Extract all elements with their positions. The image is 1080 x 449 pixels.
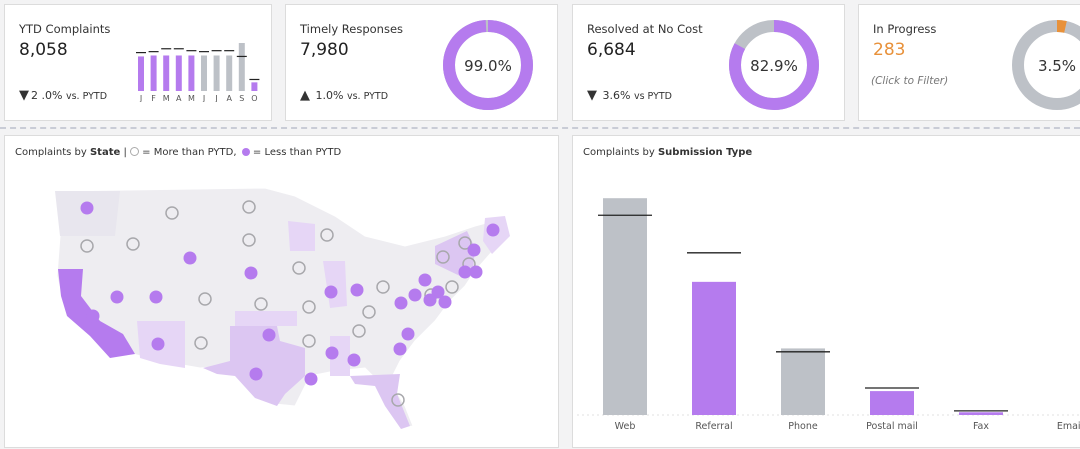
down-arrow-icon: ▼ <box>19 88 29 103</box>
sparkline-month-label: O <box>251 94 257 102</box>
state-oklahoma <box>235 311 297 326</box>
sparkline-bar <box>213 55 220 91</box>
kpi-change: ▲ 1.0% vs. PYTD <box>300 88 388 103</box>
kpi-title: Resolved at No Cost <box>587 22 703 36</box>
up-arrow-icon: ▲ <box>300 88 310 103</box>
kpi-title: In Progress <box>873 22 937 36</box>
state-wisconsin <box>288 221 315 251</box>
kpi-card-in-progress[interactable]: In Progress 283 (Click to Filter) 3.5% <box>858 4 1080 121</box>
bar-web <box>603 198 647 415</box>
down-arrow-icon: ▼ <box>587 88 597 103</box>
bar-referral <box>692 281 736 415</box>
map-panel[interactable]: Complaints by State | = More than PYTD, … <box>4 135 559 448</box>
state-marker-less <box>393 342 407 356</box>
sparkline-bar <box>163 55 170 91</box>
kpi-change-pct: 2 .0% <box>31 89 63 102</box>
kpi-card-ytd-complaints[interactable]: YTD Complaints 8,058 ▼ 2 .0% vs. PYTD JFM… <box>4 4 272 121</box>
state-marker-less <box>418 273 432 287</box>
kpi-change-pct: 3.6% <box>602 89 631 102</box>
submission-type-panel[interactable]: Complaints by Submission Type Web Referra… <box>572 135 1080 448</box>
sparkline-month-label: S <box>239 94 244 102</box>
sparkline-bar <box>201 55 207 91</box>
sparkline-month-label: F <box>151 94 156 102</box>
state-marker-less <box>183 251 197 265</box>
category-label: Fax <box>973 421 989 432</box>
kpi-change-suffix: vs. PYTD <box>65 91 108 102</box>
state-marker-less <box>80 201 94 215</box>
sparkline-month-label: J <box>202 94 205 102</box>
kpi-change: ▼ 3.6% vs PYTD <box>587 88 672 103</box>
state-marker-less <box>467 243 481 257</box>
state-marker-less <box>151 337 165 351</box>
kpi-change-suffix: vs PYTD <box>633 91 672 102</box>
bar-fax <box>959 412 1003 415</box>
monthly-sparkline-chart: JFMAMJJASO <box>136 43 260 102</box>
state-marker-less <box>110 290 124 304</box>
timely-donut-chart: 99.0% <box>443 20 533 110</box>
category-label: Email <box>1057 421 1080 432</box>
click-to-filter-hint[interactable]: (Click to Filter) <box>871 75 948 87</box>
state-marker-less <box>408 288 422 302</box>
bar-postal-mail <box>870 391 914 415</box>
resolved-donut-chart: 82.9% <box>729 20 819 110</box>
state-marker-less <box>244 266 258 280</box>
sparkline-month-label: J <box>139 94 142 102</box>
sparkline-bar <box>175 55 182 91</box>
sparkline-bar <box>251 82 258 91</box>
state-marker-less <box>438 295 452 309</box>
sparkline-bar <box>188 55 195 91</box>
donut-pct-label: 82.9% <box>750 57 798 75</box>
state-marker-less <box>149 290 163 304</box>
bar-phone <box>781 348 825 415</box>
state-marker-less <box>324 285 338 299</box>
state-marker-less <box>423 293 437 307</box>
sparkline-bar <box>238 43 245 91</box>
state-marker-less <box>469 265 483 279</box>
sparkline-bar <box>226 55 233 91</box>
category-label: Referral <box>695 421 732 432</box>
donut-pct-label: 99.0% <box>464 57 512 75</box>
state-marker-less <box>304 372 318 386</box>
category-label: Phone <box>788 421 818 432</box>
in-progress-donut-chart: 3.5% <box>1012 20 1080 110</box>
sparkline-bar <box>150 55 157 91</box>
submission-type-bar-chart[interactable]: Web Referral Phone Postal mail Fax Email <box>573 136 1080 447</box>
sparkline-bar <box>138 56 144 91</box>
state-marker-less <box>350 283 364 297</box>
kpi-card-resolved-no-cost[interactable]: Resolved at No Cost 6,684 ▼ 3.6% vs PYTD… <box>572 4 845 121</box>
kpi-change: ▼ 2 .0% vs. PYTD <box>19 88 107 103</box>
us-state-map[interactable] <box>5 136 558 447</box>
kpi-title: Timely Responses <box>300 22 404 36</box>
kpi-title: YTD Complaints <box>19 22 111 36</box>
section-divider <box>0 127 1080 129</box>
kpi-value: 6,684 <box>587 40 636 60</box>
kpi-value: 283 <box>873 40 906 60</box>
kpi-card-timely-responses[interactable]: Timely Responses 7,980 ▲ 1.0% vs. PYTD 9… <box>285 4 558 121</box>
sparkline-month-label: M <box>163 94 170 102</box>
state-marker-less <box>486 223 500 237</box>
sparkline-month-label: A <box>176 94 182 102</box>
category-label: Web <box>615 421 636 432</box>
state-marker-less <box>394 296 408 310</box>
state-marker-less <box>347 353 361 367</box>
donut-pct-label: 3.5% <box>1038 57 1076 75</box>
state-marker-less <box>249 367 263 381</box>
state-marker-less <box>262 328 276 342</box>
sparkline-month-label: A <box>226 94 232 102</box>
kpi-value: 7,980 <box>300 40 349 60</box>
kpi-change-suffix: vs. PYTD <box>346 91 389 102</box>
sparkline-month-label: J <box>214 94 217 102</box>
kpi-value: 8,058 <box>19 40 68 60</box>
sparkline-month-label: M <box>188 94 195 102</box>
kpi-change-pct: 1.0% <box>315 89 344 102</box>
state-marker-less <box>325 346 339 360</box>
state-marker-less <box>401 327 415 341</box>
state-marker-less <box>86 309 100 323</box>
category-label: Postal mail <box>866 421 918 432</box>
